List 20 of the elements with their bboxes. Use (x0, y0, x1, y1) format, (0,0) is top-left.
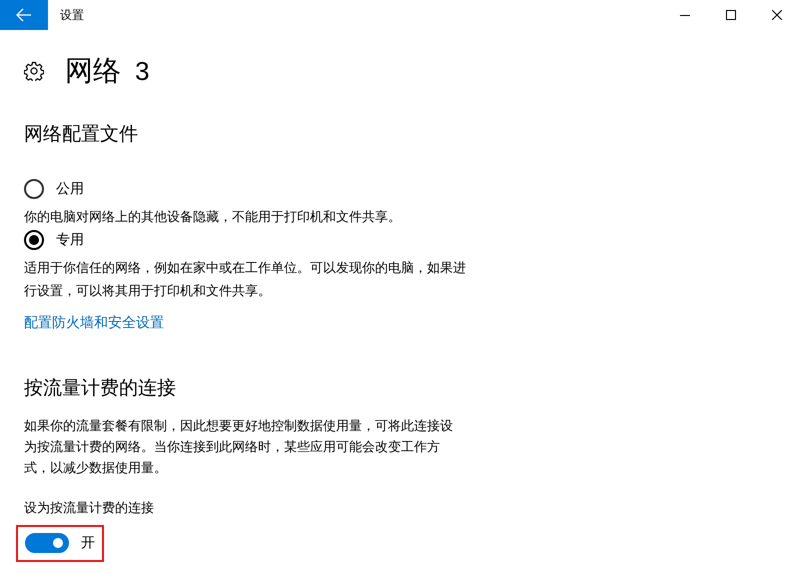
close-icon (772, 10, 782, 20)
page-title: 网络 (65, 57, 121, 85)
window-title: 设置 (60, 7, 84, 24)
settings-icon (24, 61, 44, 81)
toggle-state: 开 (81, 534, 95, 552)
option-description: 你的电脑对网络上的其他设备隐藏，不能用于打印机和文件共享。 (24, 209, 402, 227)
option-description: 适用于你信任的网络，例如在家中或在工作单位。可以发现你的电脑，如果进行设置，可以将其用于打印机和文件共享。 (24, 260, 467, 301)
section-heading: 网络配置文件 (24, 122, 139, 147)
section-heading: 按流量计费的连接 (24, 376, 177, 401)
maximize-icon (726, 10, 736, 20)
toggle-label: 设为按流量计费的连接 (24, 500, 155, 518)
firewall-link[interactable]: 配置防火墙和安全设置 (24, 313, 164, 334)
radio-option[interactable]: 公用 (24, 178, 800, 200)
radio-option[interactable]: 专用 (24, 229, 800, 251)
back-button[interactable] (0, 0, 48, 30)
metered-description: 如果你的流量套餐有限制，因此想要更好地控制数据使用量，可将此连接设为按流量计费的网络。当你连接到此网络时，某些应用可能会改变工作方式，以减少数据使用量。 (24, 418, 454, 478)
toggle-switch[interactable] (25, 533, 69, 553)
minimize-icon (680, 14, 690, 16)
network-number: 3 (135, 58, 150, 84)
back-arrow-icon (16, 8, 32, 22)
